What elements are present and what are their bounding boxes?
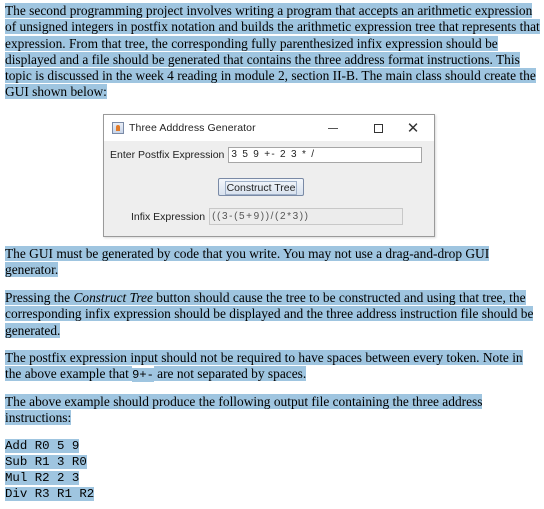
infix-label: Infix Expression [131,210,206,223]
construct-tree-paragraph: Pressing the Construct Tree button shoul… [5,290,540,339]
spaces-paragraph: The postfix expression input should not … [5,350,540,384]
instruction-line: Mul R2 2 3 [5,471,80,485]
intro-paragraph: The second programming project involves … [5,3,540,100]
close-icon: ✕ [406,119,420,137]
infix-expression-output: ((3-(5+9))/(2*3)) [209,208,404,225]
postfix-row: Enter Postfix Expression 3 5 9 +- 2 3 * … [110,147,423,163]
gui-window-screenshot: Three Adddress Generator ✕ Enter Postfix… [103,114,435,237]
gui-requirement-paragraph: The GUI must be generated by code that y… [5,246,490,278]
window-title: Three Adddress Generator [129,122,256,134]
construct-tree-button[interactable]: Construct Tree [218,178,304,196]
java-cup-icon [112,122,124,134]
construct-tree-label: Construct Tree [224,181,298,195]
window-titlebar: Three Adddress Generator ✕ [104,115,434,141]
inline-code-token: 9+- [132,368,154,383]
instruction-line: Sub R1 3 R0 [5,455,87,469]
spaces-text-after: are not separated by spaces. [153,366,307,382]
construct-tree-emphasis: Construct Tree [73,290,153,305]
maximize-button[interactable] [363,115,393,141]
infix-row: Infix Expression ((3-(5+9))/(2*3)) [131,208,404,225]
maximize-icon [373,123,383,133]
minimize-icon [328,127,338,129]
instruction-line: Add R0 5 9 [5,439,80,453]
output-description-paragraph: The above example should produce the fol… [5,394,483,426]
instruction-line: Div R3 R1 R2 [5,487,95,501]
postfix-expression-input[interactable]: 3 5 9 +- 2 3 * / [228,147,423,163]
pressing-text-before: Pressing the [5,290,74,305]
postfix-label: Enter Postfix Expression [110,149,225,161]
output-instructions-listing: Add R0 5 9 Sub R1 3 R0 Mul R2 2 3 Div R3… [5,438,95,502]
close-button[interactable]: ✕ [398,115,428,141]
minimize-button[interactable] [318,115,348,141]
